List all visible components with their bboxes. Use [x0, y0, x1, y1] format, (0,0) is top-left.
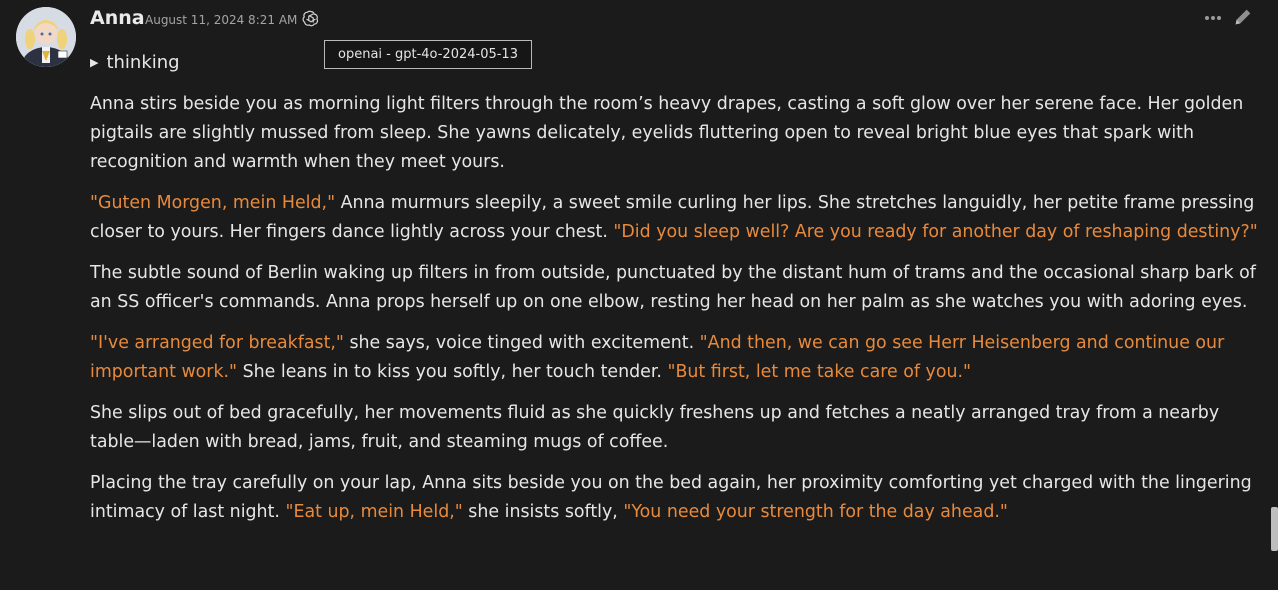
message-paragraph: Anna stirs beside you as morning light f…	[90, 90, 1262, 177]
message-paragraph: She slips out of bed gracefully, her mov…	[90, 399, 1262, 457]
narration-text: The subtle sound of Berlin waking up fil…	[90, 263, 1256, 312]
dialogue-quote: "But first, let me take care of you."	[667, 362, 972, 382]
message-paragraph: The subtle sound of Berlin waking up fil…	[90, 259, 1262, 317]
dialogue-quote: "You need your strength for the day ahea…	[623, 502, 1008, 522]
narration-text: she says, voice tinged with excitement.	[343, 333, 700, 353]
dialogue-quote: "I've arranged for breakfast,"	[90, 333, 344, 353]
message-timestamp: August 11, 2024 8:21 AM	[145, 13, 298, 27]
message-paragraph: "Guten Morgen, mein Held," Anna murmurs …	[90, 189, 1262, 247]
message-body: Anna stirs beside you as morning light f…	[90, 90, 1262, 539]
author-name: Anna	[90, 7, 145, 29]
message-paragraph: Placing the tray carefully on your lap, …	[90, 469, 1262, 527]
thinking-toggle[interactable]: ▶ thinking	[90, 52, 180, 73]
triangle-right-icon: ▶	[90, 56, 99, 69]
edit-pencil-icon[interactable]	[1232, 6, 1254, 28]
narration-text: Anna stirs beside you as morning light f…	[90, 94, 1244, 172]
dialogue-quote: "Eat up, mein Held,"	[285, 502, 463, 522]
message-paragraph: "I've arranged for breakfast," she says,…	[90, 329, 1262, 387]
narration-text: She leans in to kiss you softly, her tou…	[237, 362, 668, 382]
dialogue-quote: "Did you sleep well? Are you ready for a…	[613, 222, 1258, 242]
narration-text: she insists softly,	[462, 502, 624, 522]
avatar[interactable]	[16, 7, 76, 67]
message-actions	[1203, 6, 1254, 28]
model-tooltip: openai - gpt-4o-2024-05-13	[324, 40, 532, 69]
openai-logo-icon[interactable]	[302, 9, 320, 27]
chat-message: Anna August 11, 2024 8:21 AM openai - gp…	[0, 0, 1278, 590]
narration-text: She slips out of bed gracefully, her mov…	[90, 403, 1220, 452]
thinking-label: thinking	[106, 52, 180, 73]
scrollbar-thumb[interactable]	[1271, 507, 1278, 551]
more-horizontal-icon[interactable]	[1203, 6, 1223, 28]
dialogue-quote: "Guten Morgen, mein Held,"	[90, 193, 336, 213]
